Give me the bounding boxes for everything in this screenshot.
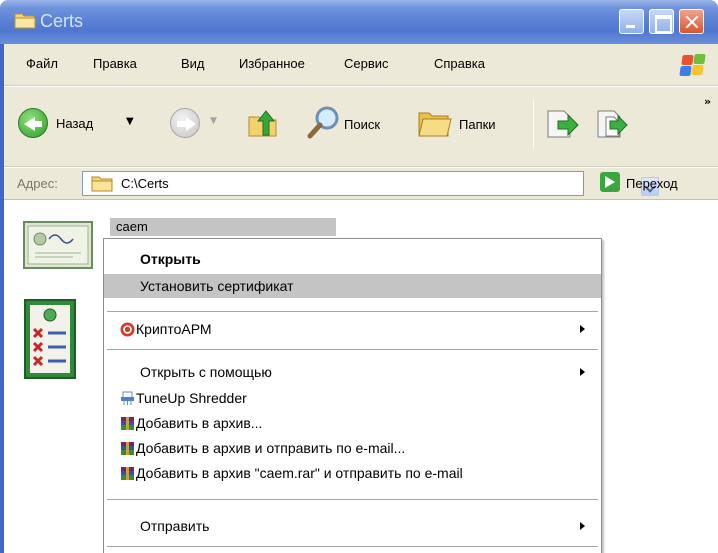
context-menu: Открыть Установить сертификат КриптоАРМ … xyxy=(103,238,602,553)
menu-file[interactable]: Файл xyxy=(26,56,58,71)
search-icon xyxy=(307,106,339,139)
search-button[interactable]: Поиск xyxy=(307,105,407,143)
menu-item-add-archive-email[interactable]: Добавить в архив и отправить по e-mail..… xyxy=(104,436,601,460)
menu-edit[interactable]: Правка xyxy=(93,56,137,71)
toolbar: Назад ▼ ▼ Поиск Папки » xyxy=(4,87,718,167)
window-title: Certs xyxy=(40,11,84,31)
menu-item-label: TuneUp Shredder xyxy=(136,390,247,406)
copy-to-icon[interactable] xyxy=(596,107,630,139)
forward-button[interactable]: ▼ xyxy=(170,107,230,143)
forward-dropdown-icon[interactable]: ▼ xyxy=(210,116,217,126)
maximize-button[interactable] xyxy=(649,9,674,34)
search-label: Поиск xyxy=(344,117,381,132)
folder-up-icon[interactable] xyxy=(247,107,279,139)
menu-item-label: Установить сертификат xyxy=(140,278,294,294)
menu-item-label: Добавить в архив "caem.rar" и отправить … xyxy=(136,465,463,481)
folders-icon xyxy=(418,112,452,137)
folders-label: Папки xyxy=(459,117,496,132)
back-arrow-icon xyxy=(18,108,48,138)
submenu-arrow-icon xyxy=(580,368,585,376)
shredder-icon xyxy=(121,391,134,405)
menu-item-send-to[interactable]: Отправить xyxy=(104,514,601,538)
address-input[interactable]: C:\Certs xyxy=(82,171,659,196)
menu-item-install-certificate[interactable]: Установить сертификат xyxy=(104,274,601,298)
folder-icon xyxy=(14,13,36,29)
toolbar-separator xyxy=(533,99,534,149)
menu-view[interactable]: Вид xyxy=(181,56,205,71)
submenu-arrow-icon xyxy=(580,522,585,530)
winrar-icon xyxy=(121,467,134,480)
menu-item-add-rar-email[interactable]: Добавить в архив "caem.rar" и отправить … xyxy=(104,461,601,485)
move-to-icon[interactable] xyxy=(546,107,580,139)
file-name-label[interactable]: caem xyxy=(110,218,336,236)
menu-help[interactable]: Справка xyxy=(434,56,485,71)
winrar-icon xyxy=(121,442,134,455)
back-dropdown-icon[interactable]: ▼ xyxy=(126,116,134,127)
folders-button[interactable]: Папки xyxy=(417,105,527,143)
title-bar[interactable]: Certs xyxy=(0,0,718,44)
menu-item-add-to-archive[interactable]: Добавить в архив... xyxy=(104,411,601,435)
windows-logo-icon xyxy=(679,54,706,78)
forward-arrow-icon xyxy=(170,108,200,138)
toolbar-overflow-chevron[interactable]: » xyxy=(704,95,711,108)
address-bar: Адрес: C:\Certs Переход xyxy=(4,168,718,200)
menu-item-label: Добавить в архив и отправить по e-mail..… xyxy=(136,440,406,456)
menu-favorites[interactable]: Избранное xyxy=(239,56,305,71)
menu-tools[interactable]: Сервис xyxy=(344,56,389,71)
menu-separator xyxy=(107,311,598,312)
menu-item-open-with[interactable]: Открыть с помощью xyxy=(104,360,601,384)
menu-item-cryptoarm[interactable]: КриптоАРМ xyxy=(104,317,601,341)
menu-item-label: Открыть xyxy=(140,251,201,267)
menu-item-label: Добавить в архив... xyxy=(136,415,263,431)
submenu-arrow-icon xyxy=(580,325,585,333)
folder-icon xyxy=(91,176,113,192)
menu-separator xyxy=(107,546,598,547)
go-button-label[interactable]: Переход xyxy=(626,176,678,191)
back-label: Назад xyxy=(56,116,94,131)
minimize-button[interactable] xyxy=(619,9,644,34)
address-value: C:\Certs xyxy=(121,176,169,191)
winrar-icon xyxy=(121,417,134,430)
address-label: Адрес: xyxy=(17,176,58,191)
menu-item-label: КриптоАРМ xyxy=(136,321,212,337)
menu-item-open[interactable]: Открыть xyxy=(104,247,601,271)
certificate-icon[interactable] xyxy=(23,221,93,271)
back-button[interactable]: Назад ▼ xyxy=(18,107,168,143)
menu-item-tuneup-shredder[interactable]: TuneUp Shredder xyxy=(104,386,601,410)
close-button[interactable] xyxy=(679,9,704,34)
menu-item-label: Открыть с помощью xyxy=(140,364,272,380)
menu-separator xyxy=(107,499,598,500)
menu-item-label: Отправить xyxy=(140,518,210,534)
menu-bar: Файл Правка Вид Избранное Сервис Справка xyxy=(4,44,718,86)
go-arrow-icon[interactable] xyxy=(600,172,620,192)
cryptoarm-icon xyxy=(120,322,135,337)
certificate-list-icon xyxy=(24,299,76,379)
menu-separator xyxy=(107,349,598,350)
